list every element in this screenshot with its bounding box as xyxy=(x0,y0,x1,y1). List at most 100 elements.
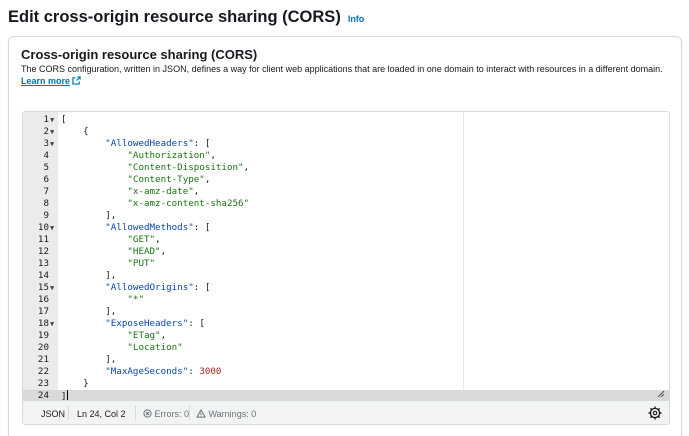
code-line[interactable]: 15 ▼ "AllowedOrigins": [ xyxy=(23,282,669,294)
errors-indicator[interactable]: Errors: 0 xyxy=(143,409,189,419)
code-text: ], xyxy=(105,210,117,221)
line-number: 3 xyxy=(43,138,49,149)
code-text: "x-amz-date", xyxy=(127,186,200,197)
code-text: "ETag", xyxy=(127,330,167,341)
learn-more-link[interactable]: Learn more xyxy=(21,76,81,86)
page-header: Edit cross-origin resource sharing (CORS… xyxy=(8,8,364,27)
code-text: } xyxy=(61,378,89,390)
json-string: "GET" xyxy=(127,234,156,245)
code-text: ], xyxy=(105,306,117,317)
code-text: "HEAD", xyxy=(127,246,167,257)
code-line[interactable]: 17 ], xyxy=(23,306,669,318)
code-line[interactable]: 6 "Content-Type", xyxy=(23,174,669,186)
code-line[interactable]: 18 ▼ "ExposeHeaders": [ xyxy=(23,318,669,330)
json-punctuation: { xyxy=(83,126,89,137)
line-number: 20 xyxy=(37,342,49,353)
fold-arrow-icon[interactable]: ▼ xyxy=(50,114,54,126)
fold-arrow-icon[interactable]: ▼ xyxy=(50,126,54,138)
editor-status-bar: JSON Ln 24, Col 2 Errors: 0 Warnings: 0 xyxy=(23,400,669,424)
code-text: [ xyxy=(61,114,67,126)
json-string: "Location" xyxy=(127,342,183,353)
line-number: 17 xyxy=(37,306,49,317)
code-line[interactable]: 16 "*" xyxy=(23,294,669,306)
json-number: 3000 xyxy=(199,366,222,377)
fold-arrow-icon[interactable]: ▼ xyxy=(50,138,54,150)
json-string: "PUT" xyxy=(127,258,156,269)
code-text: "AllowedHeaders": [ xyxy=(105,138,211,149)
gear-icon[interactable] xyxy=(647,405,663,421)
json-string: "x-amz-date" xyxy=(127,186,194,197)
status-divider xyxy=(189,406,190,420)
line-number: 4 xyxy=(43,150,49,161)
code-text: "x-amz-content-sha256" xyxy=(61,198,249,210)
json-punctuation: } xyxy=(83,378,89,389)
code-line[interactable]: 3 ▼ "AllowedHeaders": [ xyxy=(23,138,669,150)
warnings-indicator[interactable]: Warnings: 0 xyxy=(196,409,256,419)
info-link[interactable]: Info xyxy=(348,14,365,24)
json-key: "AllowedOrigins" xyxy=(105,282,194,293)
json-string: "*" xyxy=(127,294,144,305)
code-text: "Content-Type", xyxy=(127,174,211,185)
code-text: { xyxy=(61,126,89,138)
code-text: "Authorization", xyxy=(127,150,216,161)
code-line[interactable]: 4 "Authorization", xyxy=(23,150,669,162)
description-text: The CORS configuration, written in JSON,… xyxy=(21,64,663,74)
status-divider xyxy=(135,406,136,420)
panel-description: The CORS configuration, written in JSON,… xyxy=(21,63,671,87)
code-text: "MaxAgeSeconds": 3000 xyxy=(105,366,222,377)
code-line[interactable]: 22 "MaxAgeSeconds": 3000 xyxy=(23,366,669,378)
code-line[interactable]: 14 ], xyxy=(23,270,669,282)
code-text: "AllowedMethods": [ xyxy=(105,222,211,233)
code-line[interactable]: 7 "x-amz-date", xyxy=(23,186,669,198)
cors-panel: Cross-origin resource sharing (CORS) The… xyxy=(8,36,682,436)
line-number: 23 xyxy=(37,378,49,389)
page-title: Edit cross-origin resource sharing (CORS… xyxy=(8,8,341,26)
code-line[interactable]: 1 ▼ [ xyxy=(23,114,669,126)
code-line[interactable]: 23 } xyxy=(23,378,669,390)
learn-more-label: Learn more xyxy=(21,76,71,86)
code-text: "PUT" xyxy=(61,258,155,270)
fold-arrow-icon[interactable]: ▼ xyxy=(50,318,54,330)
resize-handle-icon[interactable] xyxy=(655,388,665,398)
json-key: "MaxAgeSeconds" xyxy=(105,366,189,377)
line-number: 18 xyxy=(37,318,49,329)
fold-arrow-icon[interactable]: ▼ xyxy=(50,222,54,234)
code-line[interactable]: 5 "Content-Disposition", xyxy=(23,162,669,174)
line-number: 7 xyxy=(43,186,49,197)
json-string: "HEAD" xyxy=(127,246,161,257)
line-number: 1 xyxy=(43,114,49,125)
code-line[interactable]: 11 "GET", xyxy=(23,234,669,246)
code-line[interactable]: 9 ], xyxy=(23,210,669,222)
line-number: 2 xyxy=(43,126,49,137)
cors-json-editor[interactable]: 1 ▼[2 ▼ {3 ▼ "AllowedHeaders": [4 "Authoriz… xyxy=(22,111,670,425)
code-line[interactable]: 13 "PUT" xyxy=(23,258,669,270)
json-string: "ETag" xyxy=(127,330,161,341)
panel-title: Cross-origin resource sharing (CORS) xyxy=(21,47,258,62)
line-number: 13 xyxy=(37,258,49,269)
code-line[interactable]: 12 "HEAD", xyxy=(23,246,669,258)
line-number: 16 xyxy=(37,294,49,305)
line-number: 11 xyxy=(37,234,49,245)
cursor-position: Ln 24, Col 2 xyxy=(77,409,126,419)
line-number: 10 xyxy=(37,222,49,233)
external-link-icon xyxy=(72,76,81,85)
warning-icon xyxy=(196,409,206,418)
json-string: "Content-Type" xyxy=(127,174,205,185)
errors-count: Errors: 0 xyxy=(154,409,190,419)
code-line[interactable]: 19 "ETag", xyxy=(23,330,669,342)
json-string: "x-amz-content-sha256" xyxy=(127,198,250,209)
line-number: 14 xyxy=(37,270,49,281)
code-text: ], xyxy=(105,270,117,281)
code-line[interactable]: 20 "Location" xyxy=(23,342,669,354)
code-line[interactable]: 21 ], xyxy=(23,354,669,366)
code-text: ], xyxy=(105,354,117,365)
code-line[interactable]: 10 ▼ "AllowedMethods": [ xyxy=(23,222,669,234)
fold-arrow-icon[interactable]: ▼ xyxy=(50,282,54,294)
code-line[interactable]: 8 "x-amz-content-sha256" xyxy=(23,198,669,210)
warnings-count: Warnings: 0 xyxy=(208,409,257,419)
code-text: "*" xyxy=(61,294,144,306)
language-label: JSON xyxy=(41,409,66,419)
code-text: "ExposeHeaders": [ xyxy=(105,318,205,329)
code-area[interactable]: 1 ▼[2 ▼ {3 ▼ "AllowedHeaders": [4 "Authoriz… xyxy=(23,112,669,402)
code-line[interactable]: 2 ▼ { xyxy=(23,126,669,138)
